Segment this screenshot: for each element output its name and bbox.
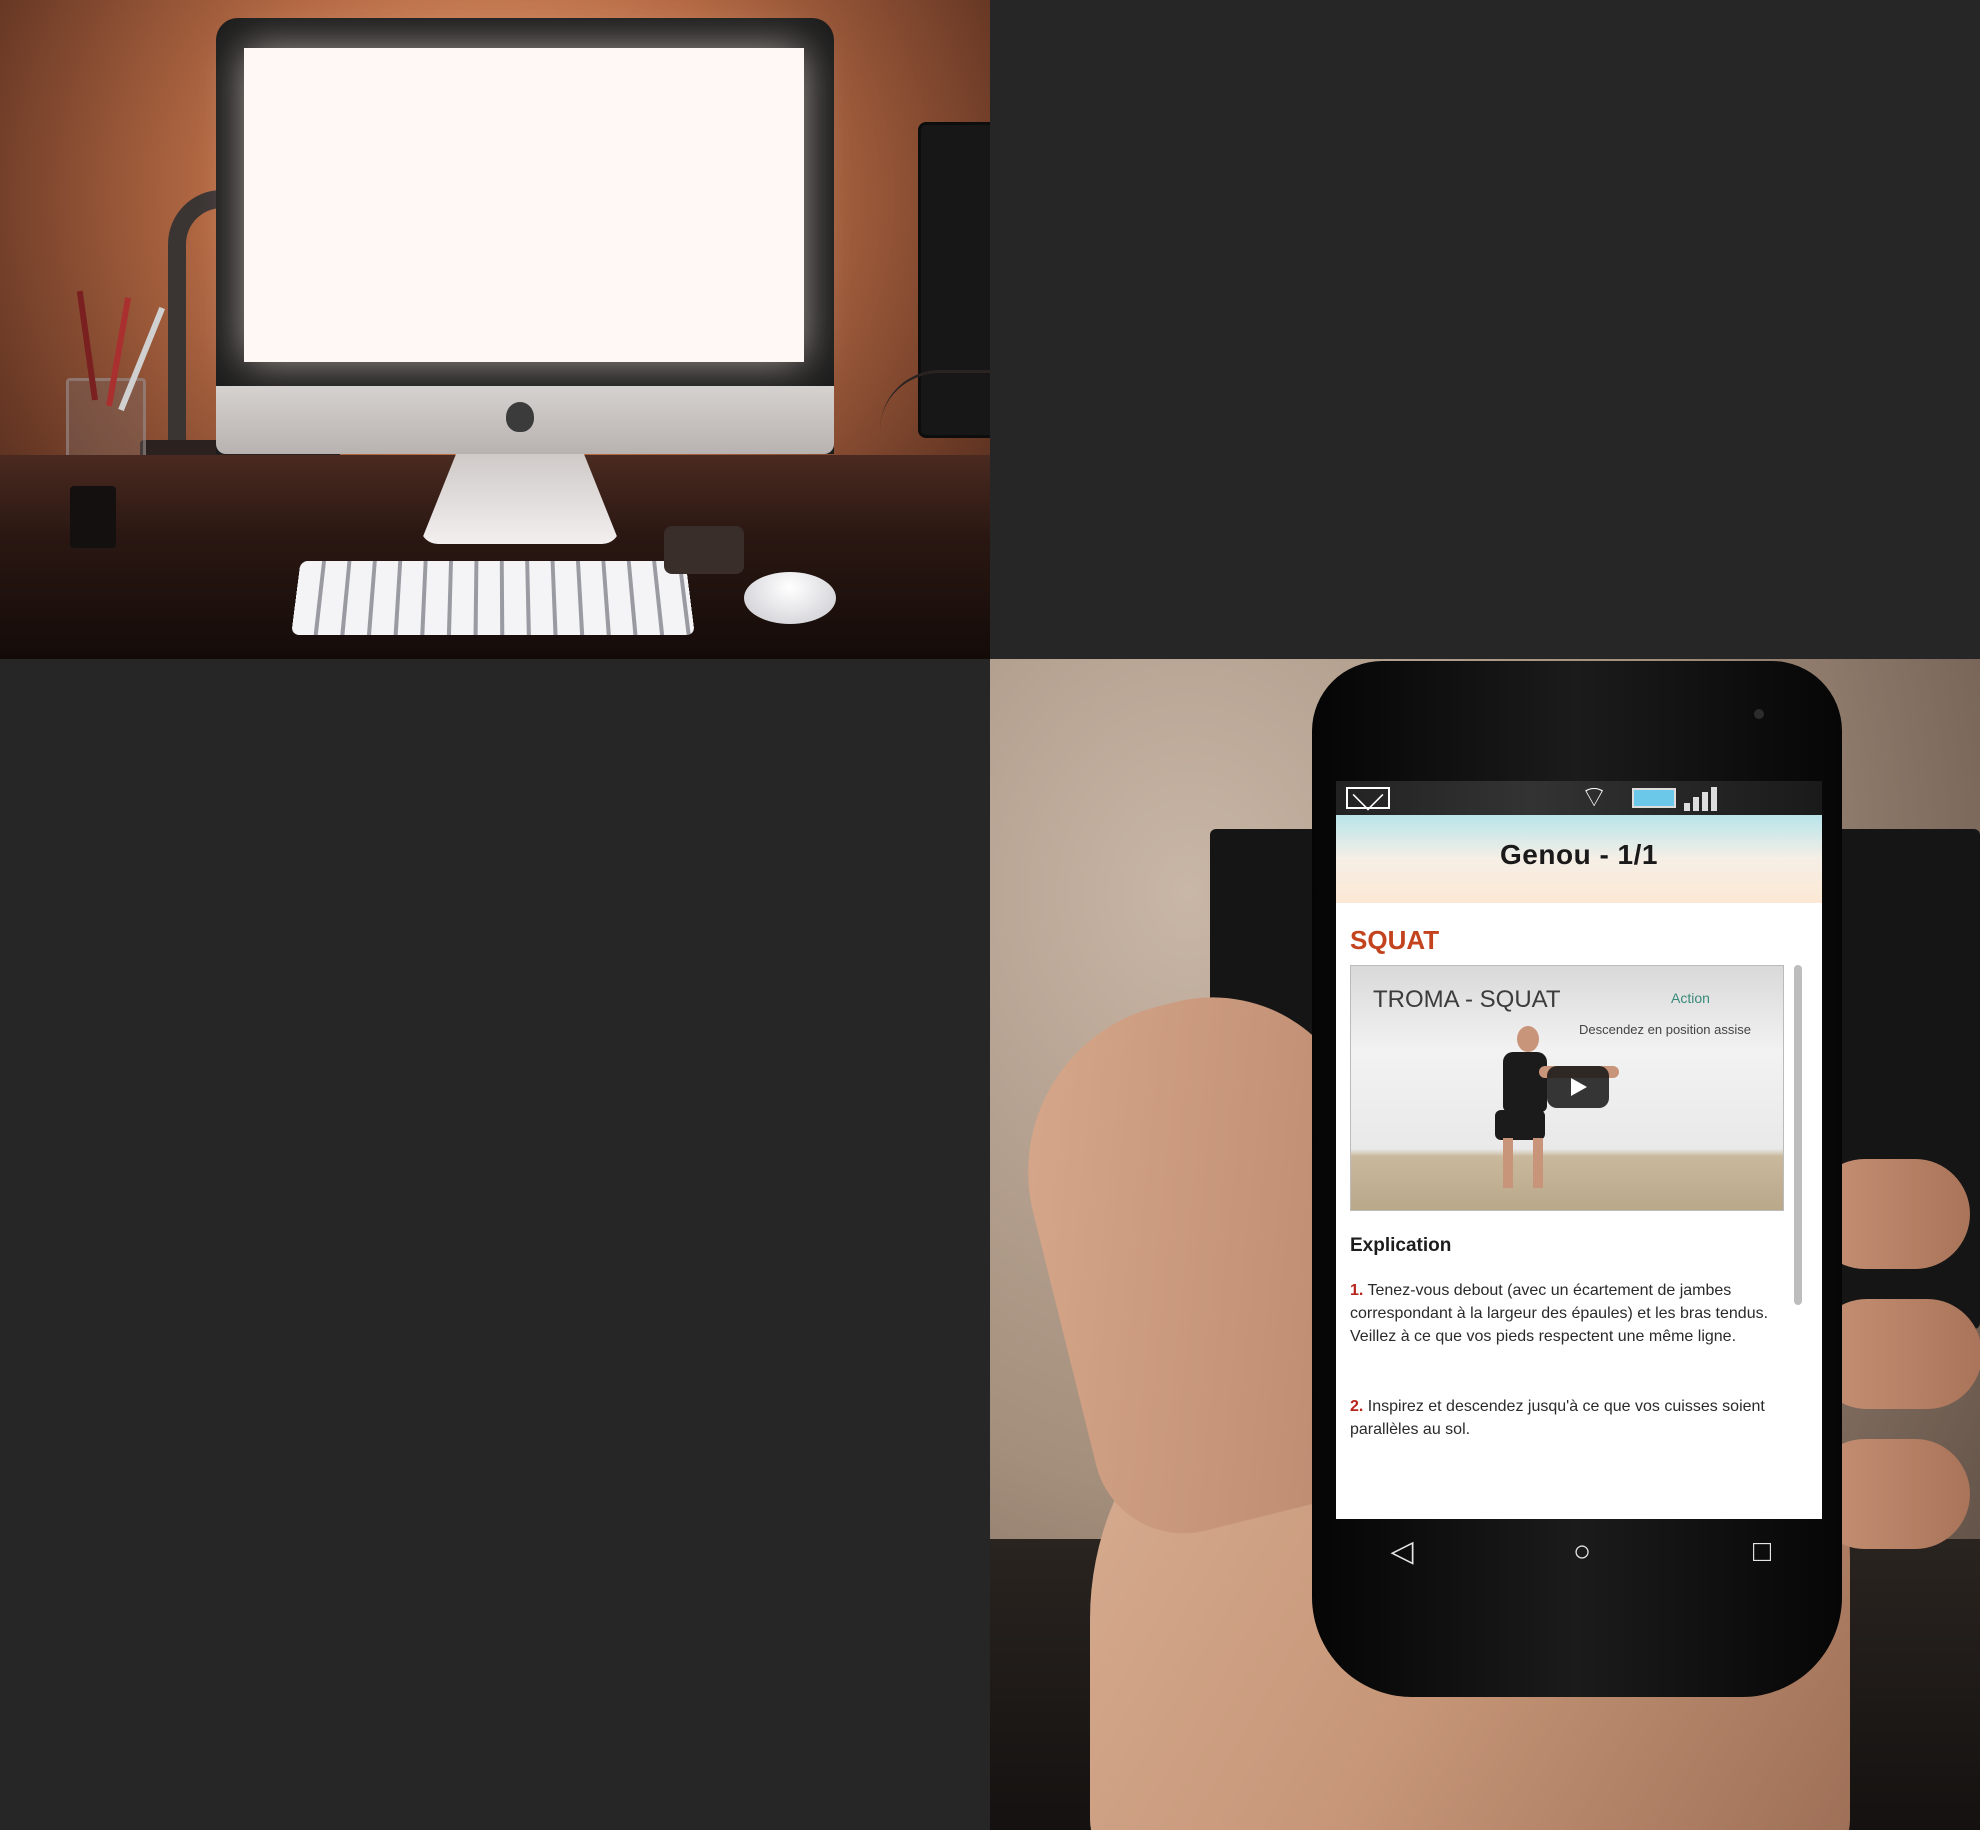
step-text: Tenez-vous debout (avec un écartement de… <box>1350 1282 1769 1345</box>
signal-icon <box>1684 787 1718 811</box>
keyboard <box>291 560 695 636</box>
front-camera-icon <box>1754 709 1764 719</box>
wifi-icon: ⌔ <box>1580 781 1609 814</box>
exercise-name: SQUAT <box>1350 925 1440 955</box>
phone-screen: ⌔ Genou - 1/1 SQUAT TROMA - SQUAT Action… <box>1336 781 1822 1519</box>
video-player[interactable]: TROMA - SQUAT Action Descendez en positi… <box>1350 965 1784 1211</box>
video-title: TROMA - SQUAT <box>1373 986 1561 1013</box>
page-title: Genou - 1/1 <box>1500 839 1658 870</box>
blank-screen <box>244 48 804 362</box>
step-item: 2. Inspirez et descendez jusqu'à ce que … <box>1350 1395 1786 1441</box>
smartphone <box>664 526 744 574</box>
apple-logo-icon <box>506 402 534 432</box>
step-number: 2. <box>1350 1398 1364 1415</box>
mouse <box>744 572 836 624</box>
battery-icon <box>1632 788 1676 808</box>
recents-icon[interactable]: □ <box>1742 1537 1782 1567</box>
section-title: Explication <box>1350 1235 1452 1256</box>
step-item: 1. Tenez-vous debout (avec un écartement… <box>1350 1279 1786 1348</box>
desk-photo <box>0 0 990 659</box>
cable <box>880 370 990 443</box>
video-action-label: Action <box>1671 990 1710 1006</box>
app-header: Genou - 1/1 <box>1336 815 1822 903</box>
step-number: 1. <box>1350 1282 1364 1299</box>
mail-icon <box>1346 787 1390 809</box>
home-icon[interactable]: ○ <box>1562 1537 1602 1567</box>
phone-photo: ⌔ Genou - 1/1 SQUAT TROMA - SQUAT Action… <box>990 659 1980 1830</box>
scrollbar[interactable] <box>1794 965 1802 1305</box>
video-thumbnail-person <box>1489 1026 1619 1196</box>
status-bar: ⌔ <box>1336 781 1822 815</box>
pen-holder <box>70 486 116 548</box>
android-nav-bar: ◁ ○ □ <box>1338 1519 1826 1599</box>
back-icon[interactable]: ◁ <box>1382 1537 1422 1567</box>
step-text: Inspirez et descendez jusqu'à ce que vos… <box>1350 1398 1765 1438</box>
video-subtitle: Descendez en position assise <box>1579 1022 1751 1037</box>
play-icon[interactable] <box>1547 1066 1609 1108</box>
desk-lamp <box>168 190 222 468</box>
